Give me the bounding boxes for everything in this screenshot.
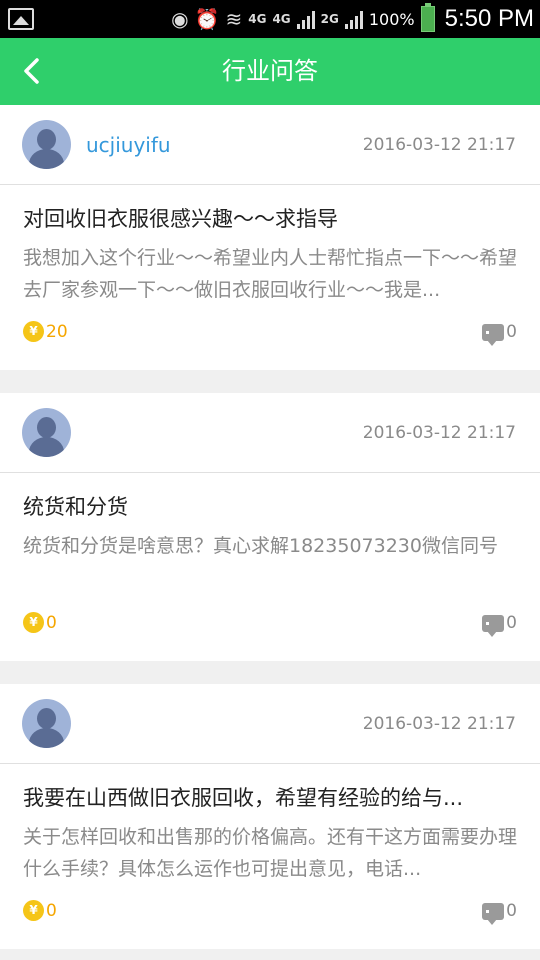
network-type-1: 4G: [248, 12, 267, 26]
battery-percent: 100%: [368, 9, 415, 29]
yen-coin-icon: ¥: [23, 612, 44, 633]
back-button[interactable]: [18, 56, 48, 86]
yen-coin-icon: ¥: [23, 321, 44, 342]
question-body: 关于怎样回收和出售那的价格偏高。还有干这方面需要办理什么手续？具体怎么运作也可提…: [23, 826, 518, 880]
post-header: 2016-03-12 21:17: [0, 393, 540, 473]
reward-value: 20: [46, 321, 68, 342]
comment-count[interactable]: 0: [482, 613, 517, 637]
question-body: 我想加入这个行业～～希望业内人士帮忙指点一下～～希望去厂家参观一下～～做旧衣服回…: [23, 247, 518, 301]
reward-value: 0: [46, 612, 57, 633]
post-date: 2016-03-12 21:17: [362, 714, 516, 734]
battery-icon: [420, 3, 435, 32]
question-body: 统货和分货是啥意思？真心求解18235073230微信同号: [23, 535, 498, 557]
avatar[interactable]: [22, 120, 71, 169]
reward: ¥ 20: [23, 321, 68, 342]
avatar[interactable]: [22, 408, 71, 457]
comment-value: 0: [506, 322, 517, 342]
question-title[interactable]: 统货和分货: [23, 491, 518, 521]
network-type-3: 2G: [320, 12, 339, 26]
avatar[interactable]: [22, 699, 71, 748]
reward-value: 0: [46, 900, 57, 921]
clock: 5:50 PM: [444, 5, 534, 32]
image-notification-icon: [8, 8, 34, 30]
comment-icon: [482, 323, 505, 346]
post-card[interactable]: 2016-03-12 21:17 我要在山西做旧衣服回收，希望有经验的给与...…: [0, 684, 540, 949]
reward: ¥ 0: [23, 612, 57, 633]
post-header: ucjiuyifu 2016-03-12 21:17: [0, 105, 540, 185]
yen-coin-icon: ¥: [23, 900, 44, 921]
comment-icon: [482, 902, 505, 925]
alarm-icon: ⏰: [194, 7, 220, 31]
chevron-left-icon: [24, 58, 39, 84]
signal-icon: [296, 9, 315, 29]
network-type-2: 4G: [272, 12, 291, 26]
post-date: 2016-03-12 21:17: [362, 423, 516, 443]
app-bar: 行业问答: [0, 38, 540, 105]
status-bar: ◉ ⏰ ≋ 4G 4G 2G 100% 5:50 PM: [0, 0, 540, 38]
page-title: 行业问答: [222, 57, 318, 85]
reward: ¥ 0: [23, 900, 57, 921]
post-card[interactable]: ucjiuyifu 2016-03-12 21:17 对回收旧衣服很感兴趣～～求…: [0, 105, 540, 370]
post-date: 2016-03-12 21:17: [362, 135, 516, 155]
comment-value: 0: [506, 901, 517, 921]
username[interactable]: ucjiuyifu: [86, 133, 171, 157]
wifi-icon: ≋: [225, 7, 243, 31]
question-title[interactable]: 对回收旧衣服很感兴趣～～求指导: [23, 203, 518, 233]
comment-value: 0: [506, 613, 517, 633]
comment-icon: [482, 614, 505, 637]
post-header: 2016-03-12 21:17: [0, 684, 540, 764]
post-card[interactable]: 2016-03-12 21:17 统货和分货 统货和分货是啥意思？真心求解182…: [0, 393, 540, 661]
signal-icon-2: [344, 9, 363, 29]
comment-count[interactable]: 0: [482, 322, 517, 346]
question-title[interactable]: 我要在山西做旧衣服回收，希望有经验的给与...: [23, 782, 518, 812]
comment-count[interactable]: 0: [482, 901, 517, 925]
eye-icon: ◉: [171, 7, 189, 31]
